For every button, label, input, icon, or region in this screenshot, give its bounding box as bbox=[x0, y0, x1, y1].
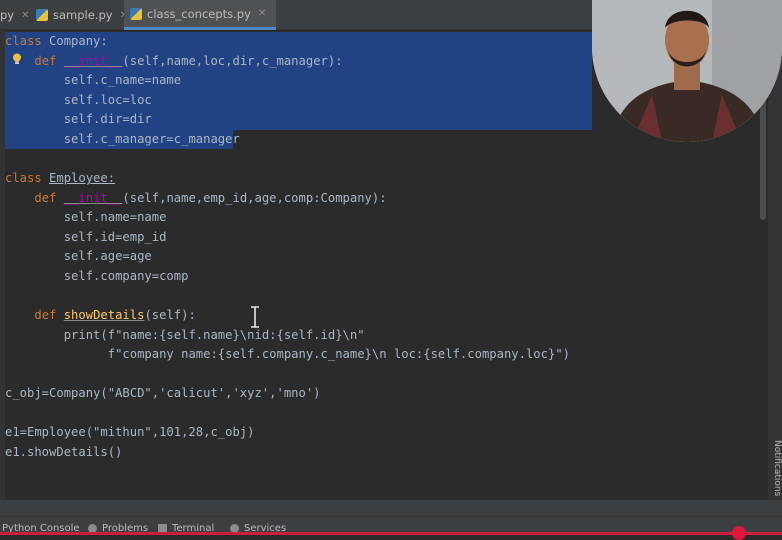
code-line: f"company name:{self.company.c_name}\n l… bbox=[107, 347, 570, 361]
lightbulb-icon[interactable] bbox=[12, 53, 22, 65]
python-file-icon bbox=[130, 7, 142, 20]
tab-label: py bbox=[0, 8, 15, 22]
code-line: e1.showDetails() bbox=[5, 444, 123, 459]
code-line: e1=Employee("mithun",101,28,c_obj) bbox=[5, 425, 255, 439]
code-line: print(f"name:{self.name}\nid:{self.id}\n… bbox=[63, 327, 365, 342]
tab-class-concepts[interactable]: class_concepts.py ✕ bbox=[124, 0, 277, 30]
close-icon[interactable]: ✕ bbox=[258, 8, 266, 19]
video-scrubber-handle[interactable] bbox=[732, 526, 746, 540]
tab-label: class_concepts.py bbox=[147, 6, 251, 21]
python-file-icon bbox=[36, 9, 48, 21]
code-line: self.dir=dir bbox=[5, 110, 592, 130]
error-stripe bbox=[768, 30, 782, 500]
divider bbox=[0, 516, 782, 517]
code-line: class Employee: bbox=[5, 171, 116, 185]
code-line: def showDetails(self): bbox=[34, 308, 196, 322]
tool-window-bar: Python Console Problems Terminal Service… bbox=[0, 500, 782, 535]
tab-sample[interactable]: sample.py ✕ bbox=[30, 0, 138, 30]
code-line: def __init__(self,name,emp_id,age,comp:C… bbox=[34, 190, 387, 205]
notifications-tab[interactable]: Notifications bbox=[769, 440, 782, 510]
code-line: class Company: bbox=[5, 32, 592, 52]
code-line: self.loc=loc bbox=[5, 90, 592, 110]
code-line: self.c_manager=c_manager bbox=[5, 129, 240, 149]
code-line: def __init__(self,name,loc,dir,c_manager… bbox=[5, 51, 592, 71]
text-cursor-icon bbox=[251, 306, 259, 328]
code-line: self.c_name=name bbox=[5, 71, 592, 91]
code-line: c_obj=Company("ABCD",'calicut','xyz','mn… bbox=[5, 386, 321, 400]
code-line: self.company=comp bbox=[63, 268, 189, 283]
tab-label: sample.py bbox=[53, 8, 113, 22]
code-line: self.name=name bbox=[63, 210, 167, 224]
code-line: self.id=emp_id bbox=[63, 229, 167, 244]
code-line: self.age=age bbox=[63, 249, 152, 263]
close-icon[interactable]: ✕ bbox=[21, 10, 29, 21]
scrollbar-thumb[interactable] bbox=[760, 100, 766, 220]
